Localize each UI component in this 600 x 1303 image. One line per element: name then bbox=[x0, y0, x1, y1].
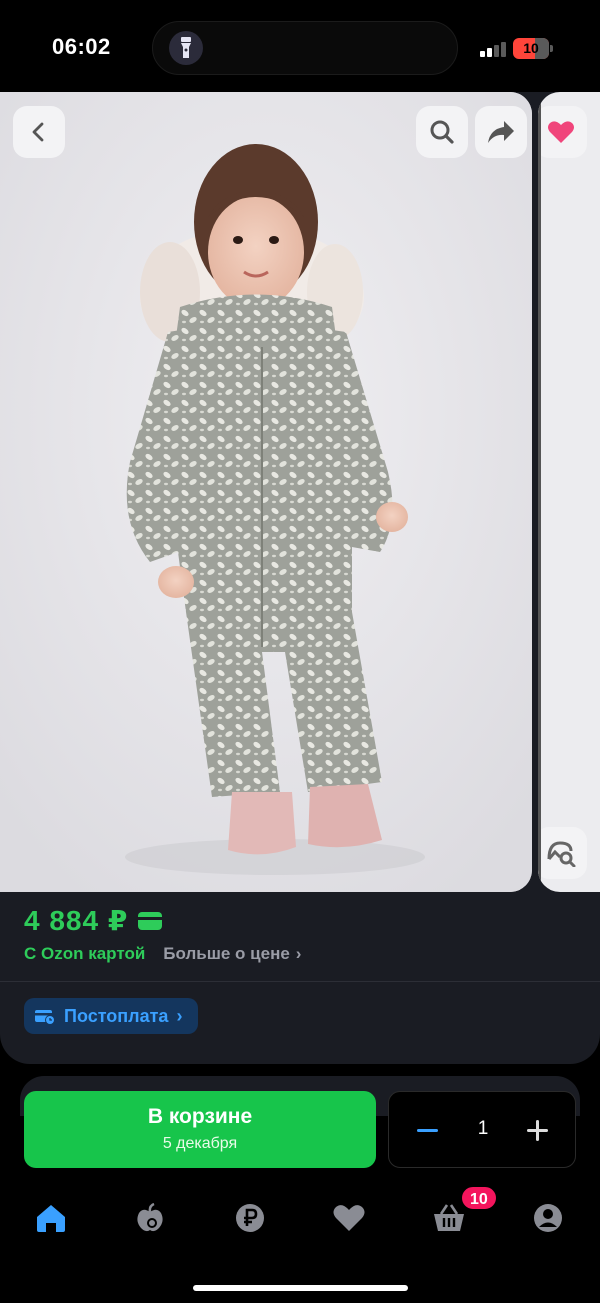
home-indicator[interactable] bbox=[193, 1285, 408, 1291]
delivery-date: 5 декабря bbox=[162, 1135, 238, 1152]
wallet-clock-icon bbox=[35, 1010, 55, 1025]
battery-icon: 10 bbox=[513, 38, 553, 59]
ozon-card-icon bbox=[138, 911, 163, 930]
finance-icon bbox=[236, 1204, 264, 1232]
home-icon bbox=[37, 1205, 65, 1232]
signal-icon bbox=[480, 41, 508, 57]
heart-icon bbox=[548, 121, 574, 143]
tab-finance[interactable] bbox=[230, 1198, 270, 1238]
price: 4 884 ₽ bbox=[24, 905, 129, 936]
divider bbox=[0, 981, 600, 982]
tab-fresh[interactable] bbox=[130, 1198, 170, 1238]
flashlight-icon bbox=[169, 31, 203, 65]
product-image[interactable] bbox=[0, 92, 532, 892]
in-cart-button[interactable]: В корзине 5 декабря bbox=[24, 1091, 376, 1168]
quantity-stepper: 1 bbox=[388, 1091, 576, 1168]
plus-button[interactable] bbox=[523, 1116, 553, 1146]
image-search-icon bbox=[547, 841, 576, 867]
image-search-button[interactable] bbox=[538, 827, 587, 879]
back-icon bbox=[32, 122, 44, 142]
tab-profile[interactable] bbox=[528, 1198, 568, 1238]
favorite-button[interactable] bbox=[538, 106, 587, 158]
search-icon bbox=[430, 120, 454, 144]
back-button[interactable] bbox=[13, 106, 65, 158]
more-about-price-label: Больше о цене bbox=[163, 944, 290, 963]
cart-count-badge: 10 bbox=[460, 1185, 498, 1211]
product-card: 4 884 ₽ С Ozon картой Больше о цене › Пос… bbox=[0, 92, 600, 1064]
search-button[interactable] bbox=[416, 106, 468, 158]
in-cart-label: В корзине bbox=[147, 1105, 253, 1128]
postpay-label: Постоплата bbox=[64, 1005, 169, 1026]
tab-favorites[interactable] bbox=[329, 1198, 369, 1238]
ozon-card-label: С Ozon картой bbox=[24, 944, 146, 963]
status-time: 06:02 bbox=[52, 34, 111, 59]
minus-button[interactable] bbox=[413, 1116, 443, 1146]
fresh-icon bbox=[137, 1203, 163, 1232]
share-icon bbox=[488, 121, 514, 143]
more-about-price-link[interactable]: Больше о цене › bbox=[163, 944, 301, 964]
screen: 06:02 10 4 884 ₽ С Ozon картой Больше о … bbox=[0, 0, 600, 1303]
status-bar: 06:02 10 bbox=[0, 0, 600, 92]
share-button[interactable] bbox=[475, 106, 527, 158]
favorites-icon bbox=[333, 1205, 365, 1231]
battery-level: 10 bbox=[523, 40, 539, 56]
cart-icon bbox=[434, 1204, 464, 1231]
next-product-image[interactable] bbox=[538, 92, 600, 892]
price-row: 4 884 ₽ bbox=[24, 904, 163, 937]
postpay-button[interactable]: Постоплата › bbox=[24, 998, 199, 1034]
chevron-right-icon: › bbox=[295, 944, 302, 963]
chevron-right-icon: › bbox=[176, 1005, 183, 1026]
price-details: С Ozon картой Больше о цене › bbox=[24, 944, 301, 964]
quantity-value: 1 bbox=[477, 1118, 489, 1139]
dynamic-island bbox=[152, 21, 458, 75]
tab-bar bbox=[0, 1190, 600, 1250]
tab-home[interactable] bbox=[31, 1198, 71, 1238]
profile-icon bbox=[534, 1204, 562, 1232]
product-photo bbox=[0, 92, 532, 892]
